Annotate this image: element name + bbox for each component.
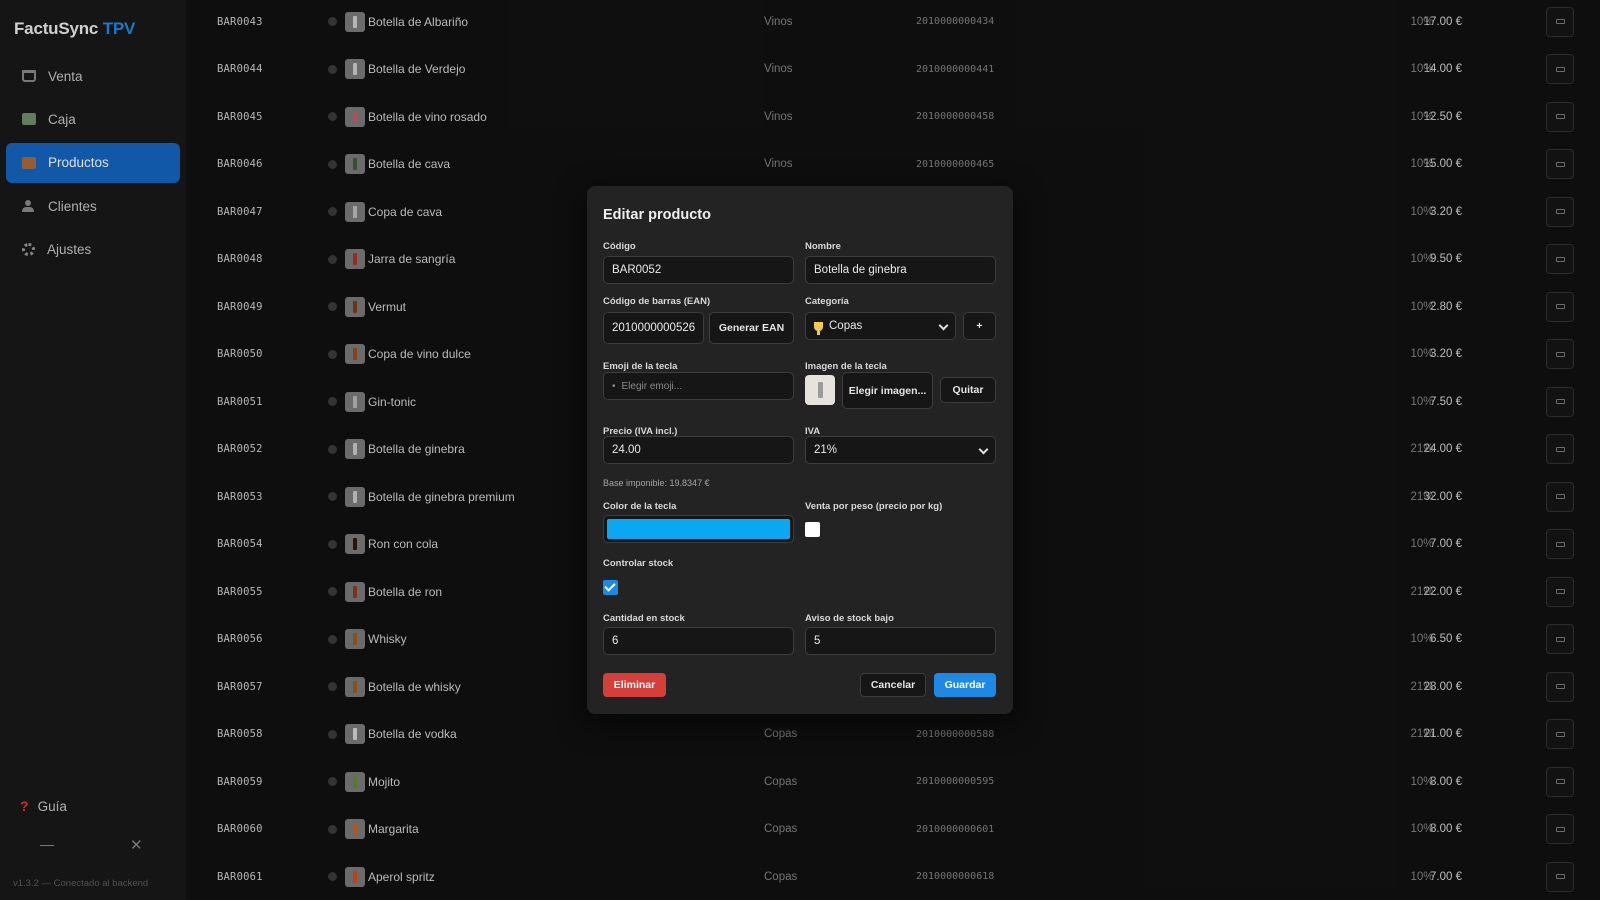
remove-image-button[interactable]: Quitar (940, 377, 996, 403)
weight-sale-label: Venta por peso (precio por kg) (805, 501, 943, 512)
add-category-button[interactable]: + (963, 312, 996, 340)
save-button[interactable]: Guardar (934, 673, 996, 697)
cancel-button[interactable]: Cancelar (860, 673, 926, 697)
edit-product-modal: Editar producto Código BAR0052 Nombre Bo… (587, 186, 1013, 714)
image-label: Imagen de la tecla (805, 361, 887, 372)
emoji-placeholder: Elegir emoji... (621, 380, 683, 392)
stock-qty-input[interactable]: 6 (603, 627, 794, 655)
ean-label: Código de barras (EAN) (603, 296, 711, 307)
key-color-label: Color de la tecla (603, 501, 677, 512)
modal-title: Editar producto (603, 207, 711, 223)
generate-ean-button[interactable]: Generar EAN (709, 312, 794, 344)
vat-select[interactable]: 21% (805, 436, 996, 464)
key-color-picker[interactable] (603, 515, 794, 543)
tax-base-text: Base imponible: 19.8347 € (603, 478, 710, 488)
bullet-icon: • (612, 380, 616, 392)
category-selected-value: Copas (829, 320, 863, 332)
vat-selected-value: 21% (814, 444, 838, 456)
delete-button[interactable]: Eliminar (603, 673, 666, 697)
chevron-down-icon (978, 444, 989, 455)
weight-sale-checkbox[interactable] (805, 522, 820, 537)
price-input[interactable]: 24.00 (603, 436, 794, 464)
stock-qty-label: Cantidad en stock (603, 613, 685, 624)
emoji-picker-input[interactable]: • Elegir emoji... (603, 372, 794, 400)
name-input[interactable]: Botella de ginebra (805, 256, 996, 284)
key-color-swatch (607, 519, 790, 539)
emoji-label: Emoji de la tecla (603, 361, 678, 372)
bottle-icon (817, 382, 823, 398)
chevron-down-icon (938, 320, 949, 331)
stock-control-label: Controlar stock (603, 558, 674, 569)
category-label: Categoría (805, 296, 849, 307)
name-label: Nombre (805, 241, 841, 252)
code-input[interactable]: BAR0052 (603, 256, 794, 284)
stock-control-checkbox[interactable] (603, 580, 618, 595)
category-select[interactable]: Copas (805, 312, 956, 340)
low-stock-label: Aviso de stock bajo (805, 613, 894, 624)
code-label: Código (603, 241, 636, 252)
trophy-icon (814, 321, 823, 335)
key-image-preview (805, 375, 835, 405)
choose-image-button[interactable]: Elegir imagen... (842, 372, 933, 409)
ean-input[interactable]: 2010000000526 (603, 312, 704, 344)
low-stock-input[interactable]: 5 (805, 627, 996, 655)
